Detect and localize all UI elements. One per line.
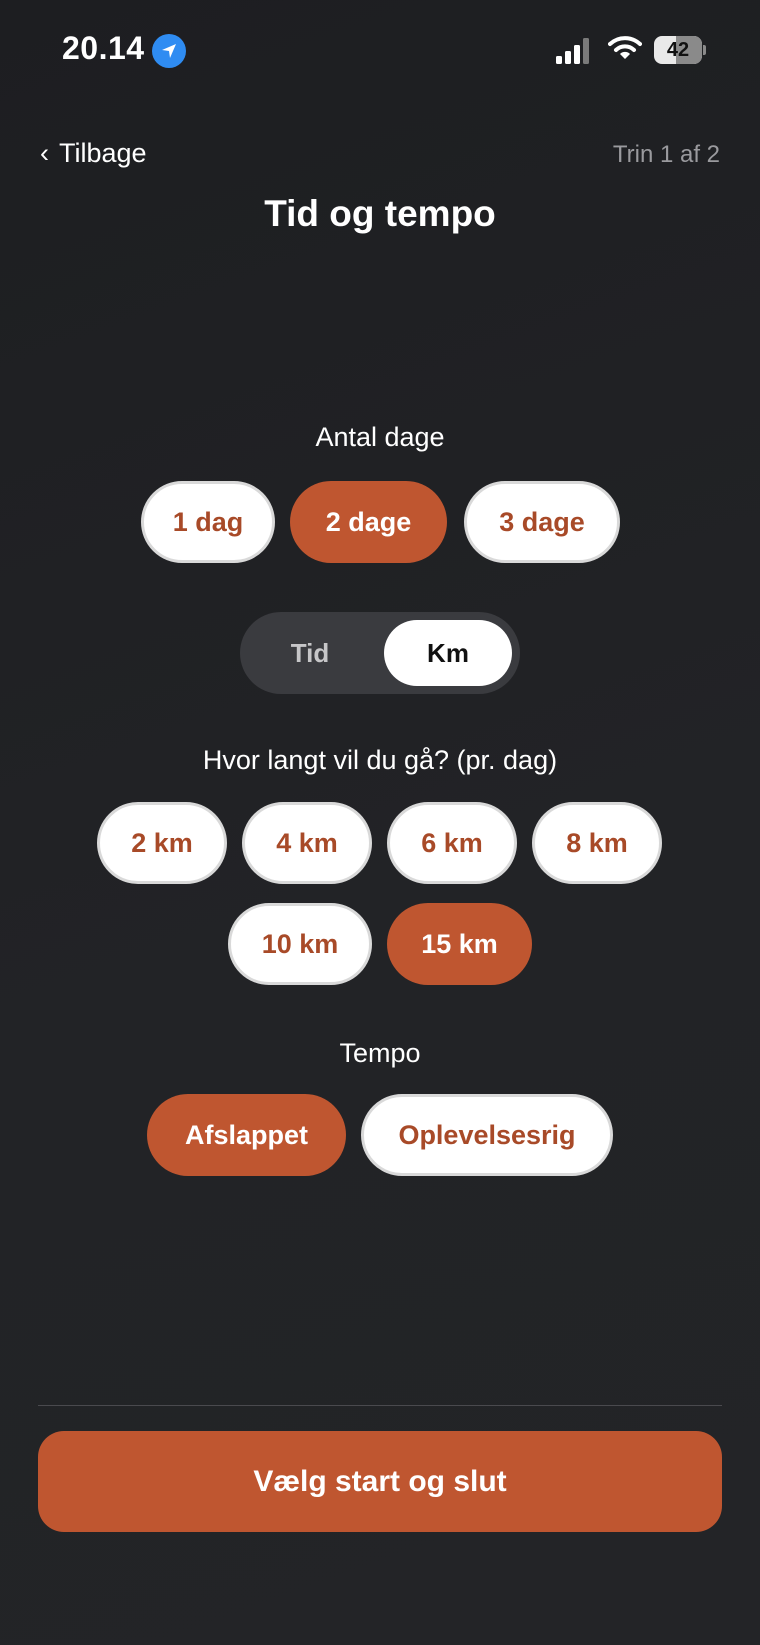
back-label: Tilbage [59, 138, 147, 168]
mode-option-tid[interactable]: Tid [240, 612, 380, 694]
distance-option-4km[interactable]: 4 km [242, 802, 372, 884]
bottom-divider [38, 1405, 722, 1406]
chevron-left-icon: ‹ [40, 138, 49, 168]
status-bar: 20.14 42 [0, 0, 760, 100]
location-arrow-icon [152, 34, 186, 68]
distance-option-15km[interactable]: 15 km [387, 903, 532, 985]
choose-start-end-button[interactable]: Vælg start og slut [38, 1431, 722, 1532]
wifi-icon [608, 34, 642, 67]
days-label: Antal dage [315, 422, 445, 452]
tempo-label: Tempo [339, 1038, 421, 1068]
page-title: Tid og tempo [264, 193, 496, 234]
distance-option-10km[interactable]: 10 km [228, 903, 372, 985]
days-option-3[interactable]: 3 dage [464, 481, 620, 563]
back-button[interactable]: ‹ Tilbage [40, 138, 147, 169]
cellular-signal-icon [556, 38, 594, 64]
mode-option-km[interactable]: Km [384, 620, 512, 686]
days-option-1[interactable]: 1 dag [141, 481, 275, 563]
step-indicator: Trin 1 af 2 [612, 141, 720, 168]
distance-option-8km[interactable]: 8 km [532, 802, 662, 884]
battery-icon: 42 [654, 36, 706, 64]
status-time: 20.14 [62, 30, 145, 66]
tempo-option-afslappet[interactable]: Afslappet [147, 1094, 346, 1176]
distance-option-6km[interactable]: 6 km [387, 802, 517, 884]
tempo-option-oplevelsesrig[interactable]: Oplevelsesrig [361, 1094, 613, 1176]
battery-level: 42 [666, 39, 690, 61]
distance-label: Hvor langt vil du gå? (pr. dag) [202, 745, 558, 775]
distance-option-2km[interactable]: 2 km [97, 802, 227, 884]
mode-toggle: Tid Km [240, 612, 520, 694]
days-option-2[interactable]: 2 dage [290, 481, 447, 563]
